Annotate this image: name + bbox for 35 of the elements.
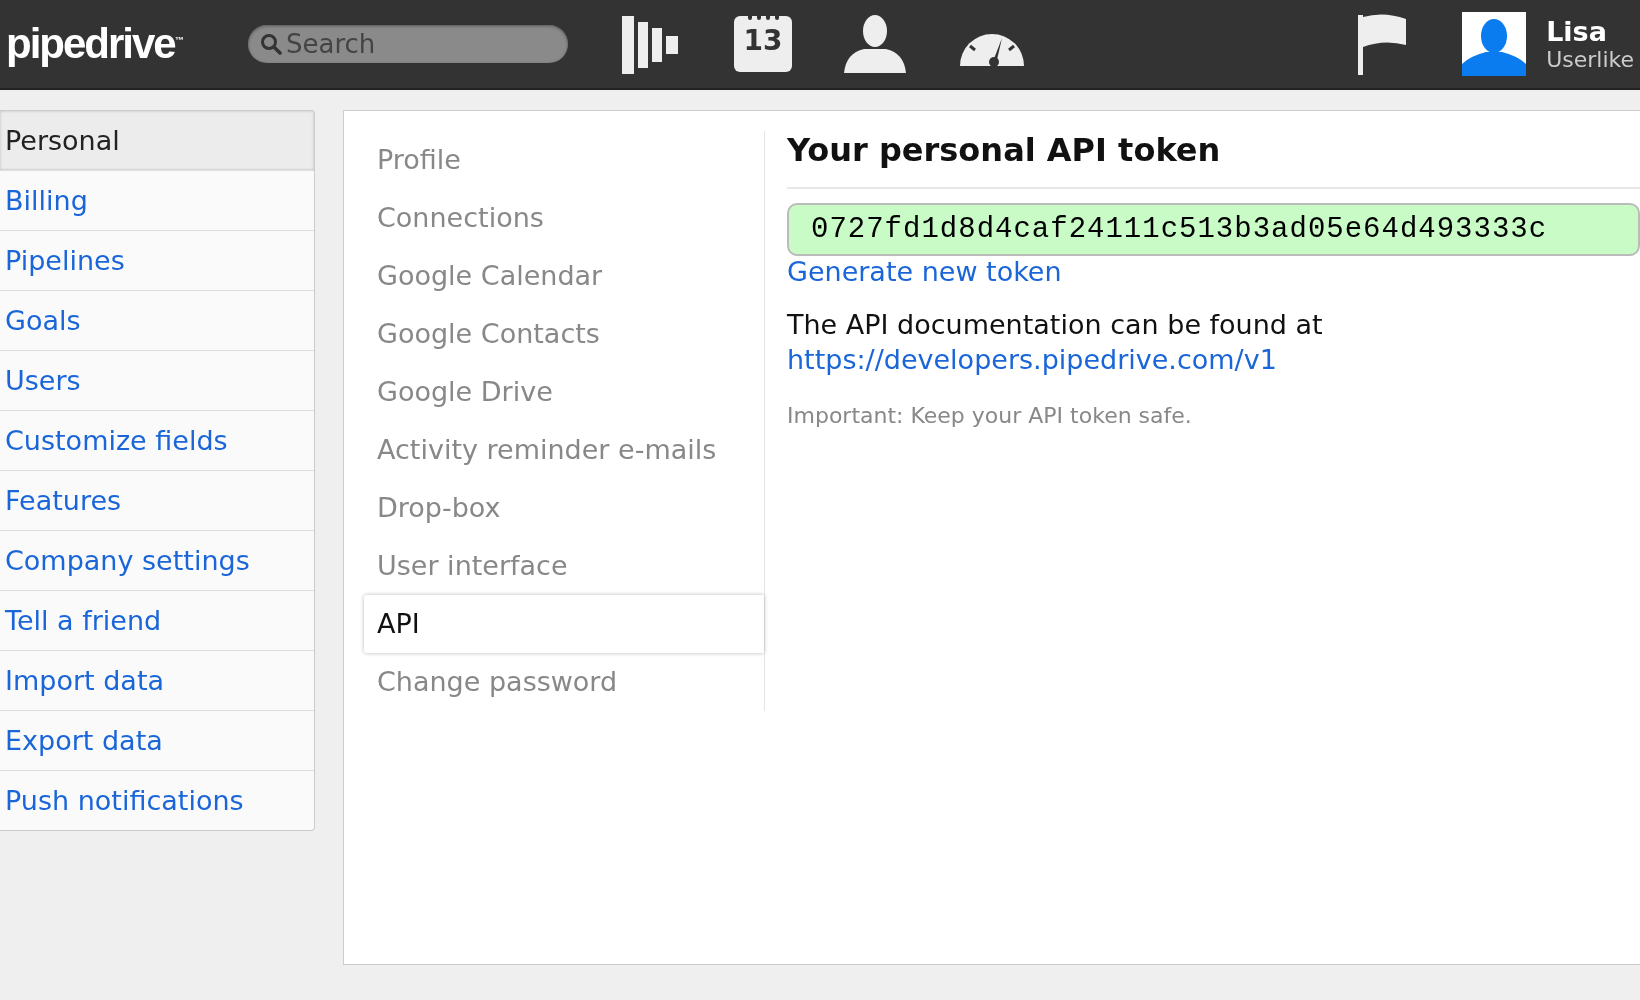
subnav-item[interactable]: Drop-box <box>344 479 764 537</box>
sidebar-item[interactable]: Goals <box>0 291 314 351</box>
subnav-item[interactable]: Change password <box>344 653 764 711</box>
sidebar-item[interactable]: Tell a friend <box>0 591 314 651</box>
subnav-item[interactable]: Google Drive <box>344 363 764 421</box>
sidebar-item[interactable]: Personal <box>0 111 314 171</box>
subnav-item[interactable]: Activity reminder e-mails <box>344 421 764 479</box>
subnav-item[interactable]: Google Calendar <box>344 247 764 305</box>
subnav-item[interactable]: User interface <box>344 537 764 595</box>
sidebar-item[interactable]: Features <box>0 471 314 531</box>
sidebar-item[interactable]: Import data <box>0 651 314 711</box>
company-name: Userlike <box>1546 47 1634 72</box>
sidebar-item[interactable]: Export data <box>0 711 314 771</box>
search-icon <box>260 33 282 55</box>
documentation-text: The API documentation can be found at <box>787 309 1323 340</box>
search-field[interactable]: Search <box>248 25 568 63</box>
logo[interactable]: pipedrive$^{™}$ <box>6 20 236 68</box>
sidebar-item[interactable]: Company settings <box>0 531 314 591</box>
sidebar-item[interactable]: Customize fields <box>0 411 314 471</box>
person-icon[interactable] <box>842 13 908 75</box>
avatar-silhouette[interactable] <box>1462 12 1527 76</box>
documentation-link[interactable]: https://developers.pipedrive.com/v1 <box>787 344 1277 375</box>
subnav-item[interactable]: Google Contacts <box>344 305 764 363</box>
sidebar-item[interactable]: Pipelines <box>0 231 314 291</box>
security-note: Important: Keep your API token safe. <box>787 403 1192 428</box>
user-name: Lisa <box>1546 16 1608 47</box>
sidebar-item[interactable]: Billing <box>0 171 314 231</box>
subnav-item[interactable]: API <box>364 595 764 653</box>
subnav-item[interactable]: Profile <box>344 131 764 189</box>
section-title: Your personal API token <box>787 131 1640 189</box>
sidebar-item[interactable]: Users <box>0 351 314 411</box>
subnav-item[interactable]: Connections <box>344 189 764 247</box>
sidebar-item[interactable]: Push notifications <box>0 771 314 830</box>
api-token-field[interactable]: 0727fd1d8d4caf24111c513b3ad05e64d493333c <box>787 203 1640 256</box>
generate-token-link[interactable]: Generate new token <box>787 256 1062 287</box>
